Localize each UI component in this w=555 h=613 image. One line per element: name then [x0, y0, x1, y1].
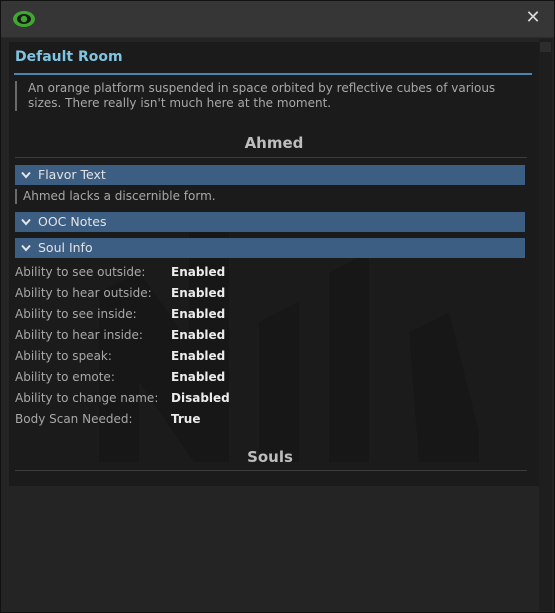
info-row-see-outside: Ability to see outside: Enabled [15, 262, 230, 283]
info-row-body-scan: Body Scan Needed: True [15, 409, 230, 430]
info-key: Ability to hear outside: [15, 286, 152, 300]
chevron-down-icon [21, 244, 31, 252]
character-name: Ahmed [244, 134, 304, 152]
info-value: Enabled [171, 307, 226, 321]
info-value: Enabled [171, 328, 226, 342]
info-value: Enabled [171, 370, 226, 384]
info-value: True [171, 412, 201, 426]
eye-icon [13, 11, 35, 27]
info-value: Enabled [171, 349, 226, 363]
info-row-hear-inside: Ability to hear inside: Enabled [15, 325, 230, 346]
scrollbar-track[interactable] [539, 39, 552, 611]
flavor-text-body: Ahmed lacks a discernible form. [15, 189, 216, 204]
flavor-text-label: Flavor Text [38, 167, 106, 182]
soul-info-label: Soul Info [38, 240, 93, 255]
info-row-see-inside: Ability to see inside: Enabled [15, 304, 230, 325]
info-key: Ability to see inside: [15, 307, 137, 321]
info-value: Enabled [171, 265, 226, 279]
info-key: Ability to see outside: [15, 265, 146, 279]
info-value: Enabled [171, 286, 226, 300]
content-panel: Default Room An orange platform suspende… [9, 42, 539, 486]
room-description: An orange platform suspended in space or… [15, 81, 528, 111]
ooc-notes-toggle[interactable]: OOC Notes [15, 212, 525, 232]
info-row-change-name: Ability to change name: Disabled [15, 388, 230, 409]
chevron-down-icon [21, 171, 31, 179]
ooc-notes-label: OOC Notes [38, 214, 107, 229]
window: ✕ Default Room An orange platform suspen… [0, 0, 555, 613]
soul-info-toggle[interactable]: Soul Info [15, 238, 525, 258]
room-title: Default Room [15, 49, 123, 65]
info-row-emote: Ability to emote: Enabled [15, 367, 230, 388]
info-key: Ability to emote: [15, 370, 115, 384]
character-divider [15, 157, 527, 158]
info-row-hear-outside: Ability to hear outside: Enabled [15, 283, 230, 304]
scrollbar-thumb[interactable] [540, 42, 551, 52]
soul-info-table: Ability to see outside: Enabled Ability t… [15, 262, 230, 430]
info-row-speak: Ability to speak: Enabled [15, 346, 230, 367]
flavor-text-toggle[interactable]: Flavor Text [15, 165, 525, 185]
title-divider [14, 73, 532, 75]
souls-divider [15, 470, 527, 471]
info-key: Body Scan Needed: [15, 412, 133, 426]
souls-heading: Souls [247, 448, 293, 466]
info-key: Ability to change name: [15, 391, 159, 405]
info-value: Disabled [171, 391, 230, 405]
chevron-down-icon [21, 218, 31, 226]
info-key: Ability to hear inside: [15, 328, 143, 342]
titlebar: ✕ [1, 1, 554, 38]
close-button[interactable]: ✕ [524, 9, 542, 27]
info-key: Ability to speak: [15, 349, 112, 363]
